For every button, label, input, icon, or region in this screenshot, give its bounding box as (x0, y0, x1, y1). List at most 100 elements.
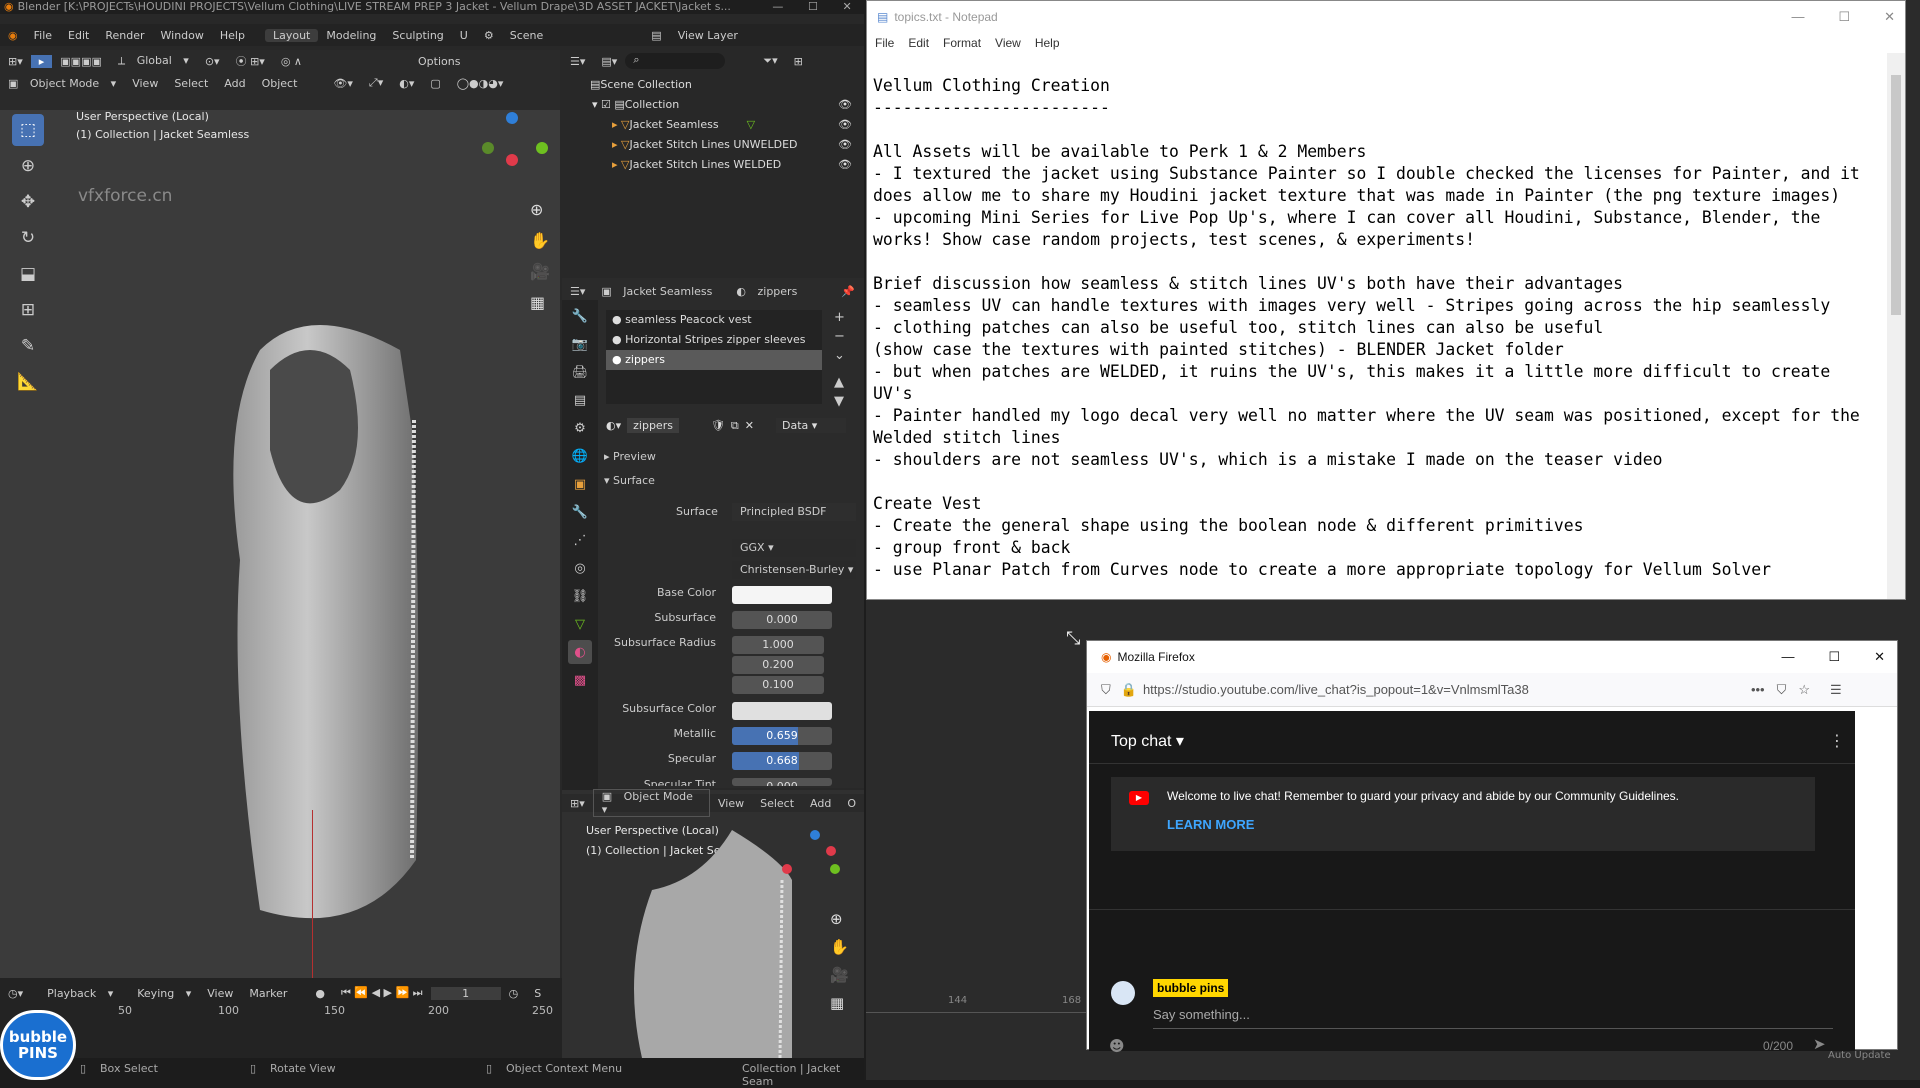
panel-surface[interactable]: ▾ Surface (604, 474, 655, 487)
minimize-icon[interactable]: — (1781, 649, 1794, 665)
url-text[interactable]: https://studio.youtube.com/live_chat?is_… (1143, 682, 1743, 697)
material-slot[interactable]: ● seamless Peacock vest (606, 310, 822, 330)
pin-icon[interactable]: 📌 (833, 285, 863, 298)
shading-icons[interactable]: ◯●◑◕▾ (449, 77, 512, 90)
panel-preview[interactable]: ▸ Preview (604, 450, 656, 463)
view-layer-selector[interactable]: View Layer (670, 29, 746, 42)
emoji-icon[interactable]: ☻ (1109, 1037, 1125, 1055)
overlay-icon[interactable]: ◐▾ (391, 77, 422, 90)
outliner-editor-icon[interactable]: ☰▾ (562, 55, 593, 68)
display-mode-icon[interactable]: ▤▾ (593, 55, 625, 68)
notepad-scrollbar[interactable] (1887, 53, 1905, 599)
options-dropdown[interactable]: Options (410, 55, 468, 68)
learn-more-link[interactable]: LEARN MORE (1167, 817, 1254, 832)
scrollbar-thumb[interactable] (1891, 75, 1901, 315)
menu-add[interactable]: Add (216, 77, 253, 90)
xray-icon[interactable]: ▢ (422, 77, 448, 90)
object-tab-icon[interactable]: ▣ (568, 472, 592, 496)
top-chat-selector[interactable]: Top chat ▾ (1111, 731, 1184, 751)
visibility-eye-icon[interactable]: 👁 (838, 98, 852, 111)
duplicate-icon[interactable]: ⧉ (731, 419, 739, 433)
keying-menu[interactable]: Keying ▾ (121, 987, 199, 1000)
mini-mode-selector[interactable]: ▣ Object Mode ▾ (592, 789, 710, 817)
select-box-icon[interactable]: ▣▣▣▣ (52, 55, 110, 68)
browse-material-icon[interactable]: ◐▾ (606, 419, 621, 432)
menu-hamburger-icon[interactable]: ☰ (1830, 682, 1842, 698)
constraint-tab-icon[interactable]: ⛓ (568, 584, 592, 608)
specular-slider[interactable]: 0.668 (732, 752, 832, 770)
gizmo-icon[interactable]: ⤢▾ (361, 76, 391, 90)
camera-icon[interactable]: 🎥 (830, 966, 849, 984)
pivot-icon[interactable]: ⊙▾ (197, 55, 228, 68)
jacket-model[interactable] (200, 300, 440, 940)
chat-more-icon[interactable]: ⋮ (1829, 731, 1845, 750)
address-bar[interactable]: ⛉ 🔒 https://studio.youtube.com/live_chat… (1087, 673, 1897, 707)
surface-shader-selector[interactable]: Principled BSDF (732, 503, 856, 521)
mini-menu-select[interactable]: Select (752, 797, 802, 810)
menu-format[interactable]: Format (943, 36, 981, 50)
chat-input[interactable]: Say something... (1153, 1007, 1833, 1029)
render-tab-icon[interactable]: 📷 (568, 332, 592, 356)
transform-orientation[interactable]: ⟂ Global ▾ (110, 54, 197, 68)
notepad-text-area[interactable]: Vellum Clothing Creation ----------------… (873, 75, 1883, 581)
view-layer-tab-icon[interactable]: ▤ (568, 388, 592, 412)
close-icon[interactable]: ✕ (842, 0, 851, 14)
pan-hand-icon[interactable]: ✋ (530, 231, 550, 250)
menu-edit[interactable]: Edit (60, 29, 97, 42)
minimize-icon[interactable]: — (1791, 9, 1804, 25)
maximize-icon[interactable]: ☐ (808, 0, 818, 14)
texture-tab-icon[interactable]: ▩ (568, 668, 592, 692)
bookmark-star-icon[interactable]: ☆ (1798, 682, 1810, 698)
zoom-icon[interactable]: ⊕ (530, 200, 550, 219)
scene-selector[interactable]: Scene (502, 29, 552, 42)
distribution-dropdown[interactable]: GGX ▾ (732, 539, 856, 557)
select-mode-icon[interactable]: ▸ (30, 54, 53, 68)
outliner-scene-collection[interactable]: ▤ Scene Collection (562, 74, 864, 94)
snap-icon[interactable]: ⦿ ⊞▾ (228, 53, 273, 69)
material-tab-icon[interactable]: ◐ (568, 640, 592, 664)
base-color-swatch[interactable] (732, 586, 832, 604)
menu-edit[interactable]: Edit (908, 36, 929, 50)
navigation-gizmo[interactable] (470, 110, 550, 190)
gizmo-z-icon[interactable] (506, 112, 518, 124)
grid-icon[interactable]: ▦ (830, 994, 849, 1012)
modifier-tab-icon[interactable]: 🔧 (568, 500, 592, 524)
subsurface-field[interactable]: 0.000 (732, 611, 832, 629)
scene-tab-icon[interactable]: ⚙ (568, 416, 592, 440)
mode-selector[interactable]: ▣ Object Mode ▾ (0, 77, 124, 90)
menu-window[interactable]: Window (153, 29, 212, 42)
editor-type-icon[interactable]: ⊞▾ (562, 797, 593, 810)
outliner-item-welded[interactable]: ▸ ▽ Jacket Stitch Lines WELDED 👁 (562, 154, 864, 174)
menu-file[interactable]: File (26, 29, 60, 42)
3d-viewport[interactable]: User Perspective (Local) (1) Collection … (0, 110, 560, 978)
timeline-editor-icon[interactable]: ◷▾ (0, 987, 31, 1000)
outliner-search-input[interactable]: ⌕ (625, 53, 726, 69)
material-name-field[interactable]: zippers (627, 418, 679, 433)
subsurface-radius-x[interactable]: 1.000 (732, 636, 824, 654)
subsurface-radius-y[interactable]: 0.200 (732, 656, 824, 674)
timeline-view-menu[interactable]: View (199, 987, 241, 1000)
metallic-slider[interactable]: 0.659 (732, 727, 832, 745)
visibility-icon[interactable]: 👁▾ (325, 77, 361, 90)
close-icon[interactable]: ✕ (1884, 9, 1895, 25)
visibility-eye-icon[interactable]: 👁 (838, 158, 852, 171)
transform-tool-icon[interactable]: ⊞ (12, 294, 44, 326)
outliner-item-jacket-seamless[interactable]: ▸ ▽ Jacket Seamless ▽ 👁 (562, 114, 864, 134)
menu-select[interactable]: Select (166, 77, 216, 90)
camera-icon[interactable]: 🎥 (530, 262, 550, 281)
menu-render[interactable]: Render (97, 29, 152, 42)
move-up-icon[interactable]: ▲ (834, 375, 845, 390)
subsurface-radius-z[interactable]: 0.100 (732, 676, 824, 694)
move-tool-icon[interactable]: ✥ (12, 186, 44, 218)
props-editor-icon[interactable]: ☰▾ (562, 285, 593, 298)
minimize-icon[interactable]: — (772, 0, 783, 14)
clock-icon[interactable]: ◷ (501, 987, 527, 1000)
marker-menu[interactable]: Marker (241, 987, 295, 1000)
annotate-tool-icon[interactable]: ✎ (12, 330, 44, 362)
gizmo-x-icon[interactable] (506, 154, 518, 166)
data-tab-icon[interactable]: ▽ (568, 612, 592, 636)
maximize-icon[interactable]: ☐ (1838, 9, 1850, 25)
move-down-icon[interactable]: ▼ (834, 394, 845, 409)
mini-jacket-model[interactable] (582, 820, 802, 1058)
physics-tab-icon[interactable]: ◎ (568, 556, 592, 580)
